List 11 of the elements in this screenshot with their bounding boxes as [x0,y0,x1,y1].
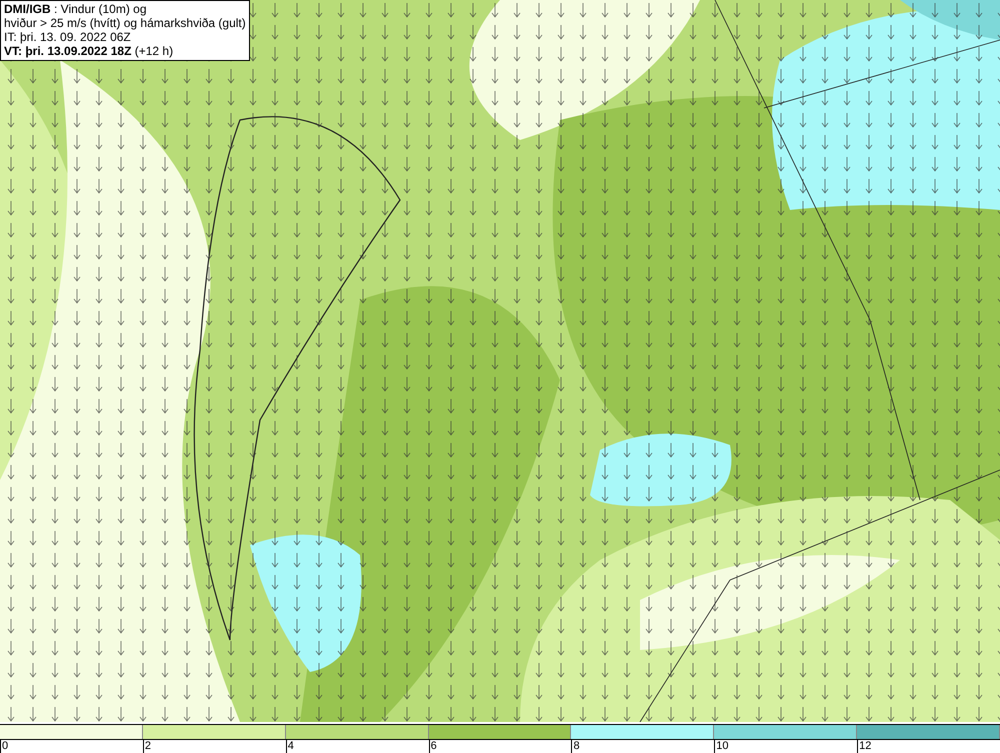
scale-tick-label: 0 [0,740,8,753]
header-line: hviður > 25 m/s (hvítt) og hámarkshviða (gult) [4,16,246,30]
header-line: DMI/IGB : Vindur (10m) og [4,2,148,16]
scale-tick-label: 6 [428,740,437,753]
scale-tick-label: 12 [857,740,872,753]
header-line: IT: þri. 13. 09. 2022 06Z [4,30,132,44]
scale-tick-label: 2 [142,740,151,753]
header-line: VT: þri. 13.09.2022 18Z (+12 h) [4,44,174,58]
scale-tick-label: 10 [714,740,729,753]
scale-tick-label: 4 [286,740,294,753]
scale-tick-label: 8 [571,740,580,753]
